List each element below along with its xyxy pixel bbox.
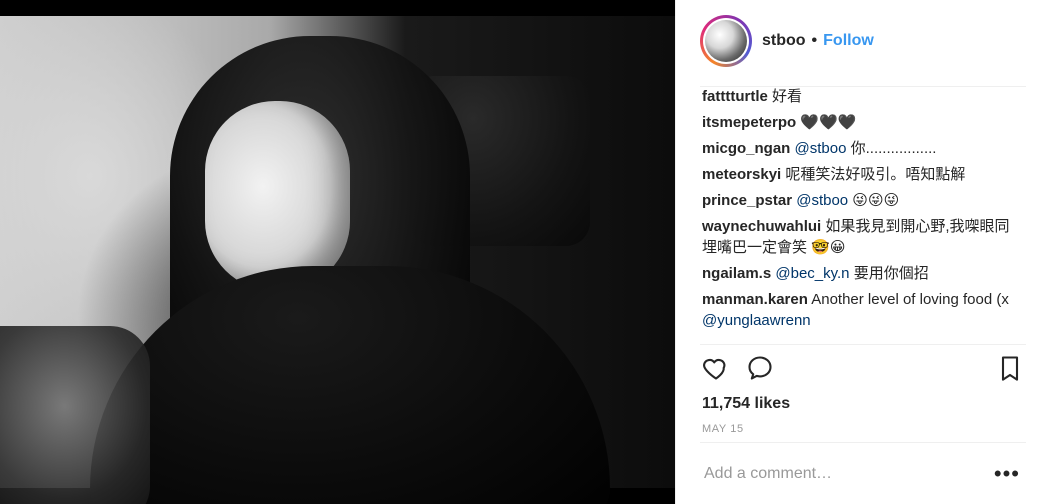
- instagram-post-view: stboo • Follow fatttturtle 好看 itsmepeter…: [0, 0, 1040, 504]
- comment-mention[interactable]: @yunglaawrenn: [702, 312, 811, 329]
- comment-icon: [746, 354, 774, 387]
- comment-text: Another level of loving food (x: [807, 291, 1009, 308]
- post-username[interactable]: stboo: [762, 32, 806, 50]
- likes-count[interactable]: 11,754 likes: [702, 395, 790, 413]
- post-photo[interactable]: [0, 0, 675, 504]
- comment-text: 😜😜😜: [848, 192, 900, 209]
- comment-button[interactable]: [744, 354, 776, 386]
- add-comment-input[interactable]: [702, 464, 986, 484]
- save-button[interactable]: [994, 354, 1026, 386]
- comment-item: itsmepeterpo 🖤🖤🖤: [702, 112, 1020, 133]
- photo-subject-face: [205, 101, 350, 291]
- comment-item: micgo_ngan @stboo 你.................: [702, 138, 1020, 159]
- comment-item: meteorskyi 呢種笑法好吸引。唔知點解: [702, 164, 1020, 185]
- profile-avatar[interactable]: [700, 15, 752, 67]
- separator-dot: •: [811, 32, 818, 49]
- comment-text: 🖤🖤🖤: [796, 114, 857, 131]
- follow-button[interactable]: Follow: [823, 32, 874, 50]
- post-actions: [700, 354, 1026, 386]
- comment-text: 你.................: [846, 140, 937, 157]
- bookmark-icon: [996, 354, 1024, 387]
- comment-username[interactable]: prince_pstar: [702, 192, 792, 209]
- comment-username[interactable]: fatttturtle: [702, 88, 768, 105]
- comment-text: 呢種笑法好吸引。唔知點解: [781, 166, 966, 183]
- footer-divider: [700, 442, 1026, 443]
- post-sidebar: stboo • Follow fatttturtle 好看 itsmepeter…: [675, 0, 1040, 504]
- header-user-line: stboo • Follow: [762, 32, 874, 50]
- photo-image: [0, 16, 675, 504]
- photo-subject-body: [90, 266, 610, 504]
- comment-text: 要用你個招: [849, 265, 929, 282]
- comment-item: manman.karen Another level of loving foo…: [702, 289, 1020, 331]
- comment-mention[interactable]: @stboo: [795, 140, 847, 157]
- post-header: stboo • Follow: [700, 14, 1020, 68]
- add-comment-bar: •••: [702, 458, 1020, 490]
- more-icon[interactable]: •••: [994, 461, 1020, 487]
- comment-username[interactable]: ngailam.s: [702, 265, 771, 282]
- comment-item: fatttturtle 好看: [702, 86, 1020, 107]
- like-button[interactable]: [700, 354, 732, 386]
- comment-item: waynechuwahlui 如果我見到開心野,我㗎眼同埋嘴巴一定會笑 🤓😀: [702, 216, 1020, 258]
- comment-text: 好看: [767, 88, 802, 105]
- comment-mention[interactable]: @bec_ky.n: [775, 265, 849, 282]
- post-date: MAY 15: [702, 423, 744, 435]
- comment-item: prince_pstar @stboo 😜😜😜: [702, 190, 1020, 211]
- comment-item: ngailam.s @bec_ky.n 要用你個招: [702, 263, 1020, 284]
- comments-divider: [700, 344, 1026, 345]
- comment-mention[interactable]: @stboo: [796, 192, 848, 209]
- avatar-inner: [703, 18, 749, 64]
- comment-username[interactable]: itsmepeterpo: [702, 114, 796, 131]
- comments-list: fatttturtle 好看 itsmepeterpo 🖤🖤🖤 micgo_ng…: [702, 86, 1020, 336]
- comment-username[interactable]: meteorskyi: [702, 166, 781, 183]
- photo-foreground-object: [0, 326, 150, 504]
- comment-username[interactable]: micgo_ngan: [702, 140, 790, 157]
- comment-username[interactable]: manman.karen: [702, 291, 808, 308]
- avatar-image: [705, 20, 747, 62]
- comment-username[interactable]: waynechuwahlui: [702, 218, 821, 235]
- heart-icon: [702, 354, 730, 387]
